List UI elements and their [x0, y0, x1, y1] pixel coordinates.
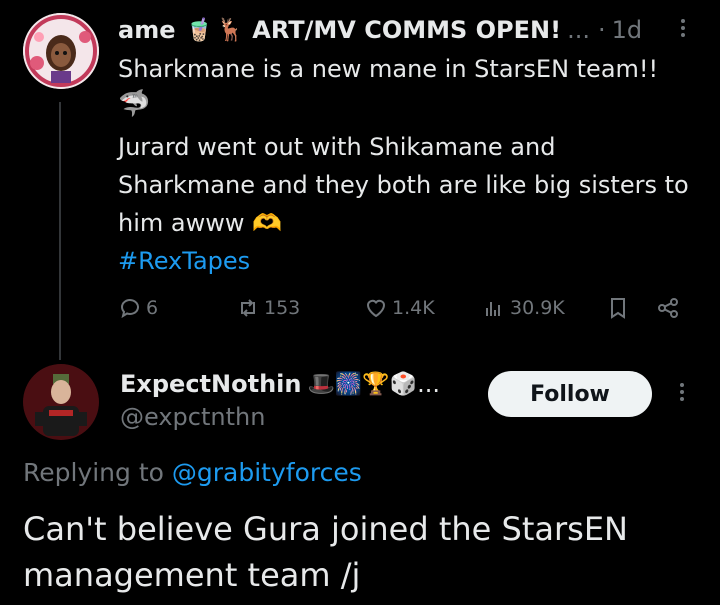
post2-name-ellipsis: ... — [417, 370, 440, 398]
thread-connector-line — [59, 102, 61, 360]
share-icon — [658, 298, 678, 318]
post1-avatar[interactable] — [23, 13, 99, 89]
post2-body-text: Can't believe Gura joined the StarsEN ma… — [23, 510, 628, 594]
share-action[interactable] — [656, 296, 680, 320]
like-action[interactable]: 1.4K — [364, 296, 435, 320]
shark-emoji: 🦈 — [118, 89, 151, 119]
replying-prefix: Replying to — [23, 458, 172, 487]
post1-hashtag[interactable]: #RexTapes — [118, 242, 698, 280]
post2-author-row: ExpectNothin 🎩🎆🏆🎲 ... — [120, 366, 440, 402]
reply-count: 6 — [146, 297, 159, 319]
post1-separator-dot: · — [597, 16, 606, 44]
post2-author-name[interactable]: ExpectNothin — [120, 370, 301, 398]
post1-paragraph2: Jurard went out with Shikamane and Shark… — [118, 133, 689, 237]
replying-to-line: Replying to @grabityforces — [23, 458, 362, 487]
heart-icon — [366, 299, 386, 318]
post1-more-options-icon[interactable] — [677, 16, 689, 44]
post1-header: ame 🧋 🦌 ART/MV COMMS OPEN! ... · 1d — [118, 12, 678, 48]
post2-avatar-art — [23, 364, 99, 440]
post2-avatar[interactable] — [23, 364, 99, 440]
post2-author-emojis: 🎩🎆🏆🎲 — [307, 371, 418, 397]
post1-body: Sharkmane is a new mane in StarsEN team!… — [118, 50, 698, 280]
bookmark-action[interactable] — [606, 296, 630, 320]
deer-emoji: 🦌 — [216, 17, 245, 43]
repost-action[interactable]: 153 — [236, 296, 300, 320]
post2-handle[interactable]: @expctnthn — [120, 403, 265, 431]
post1-avatar-art — [23, 13, 99, 89]
post1-action-bar: 6 153 1.4K 30.9K — [118, 290, 688, 326]
bubble-tea-emoji: 🧋 — [185, 17, 213, 43]
replying-to-mention[interactable]: @grabityforces — [172, 458, 362, 487]
like-count: 1.4K — [392, 297, 435, 319]
views-count: 30.9K — [510, 297, 565, 319]
post2-more-options-icon[interactable] — [676, 380, 688, 408]
post1-line1: Sharkmane is a new mane in StarsEN team!… — [118, 55, 659, 83]
bookmark-icon — [611, 298, 625, 319]
post1-timestamp[interactable]: 1d — [612, 16, 643, 44]
reply-icon — [120, 299, 139, 319]
views-action[interactable]: 30.9K — [482, 296, 565, 320]
post1-author-name[interactable]: ame — [118, 16, 175, 44]
post1-author-suffix[interactable]: ART/MV COMMS OPEN! — [252, 16, 561, 44]
repost-icon — [241, 299, 255, 317]
reply-action[interactable]: 6 — [118, 296, 158, 320]
views-chart-icon — [486, 302, 500, 316]
follow-button[interactable]: Follow — [488, 371, 652, 417]
repost-count: 153 — [264, 297, 301, 319]
post1-name-ellipsis: ... — [567, 16, 590, 44]
